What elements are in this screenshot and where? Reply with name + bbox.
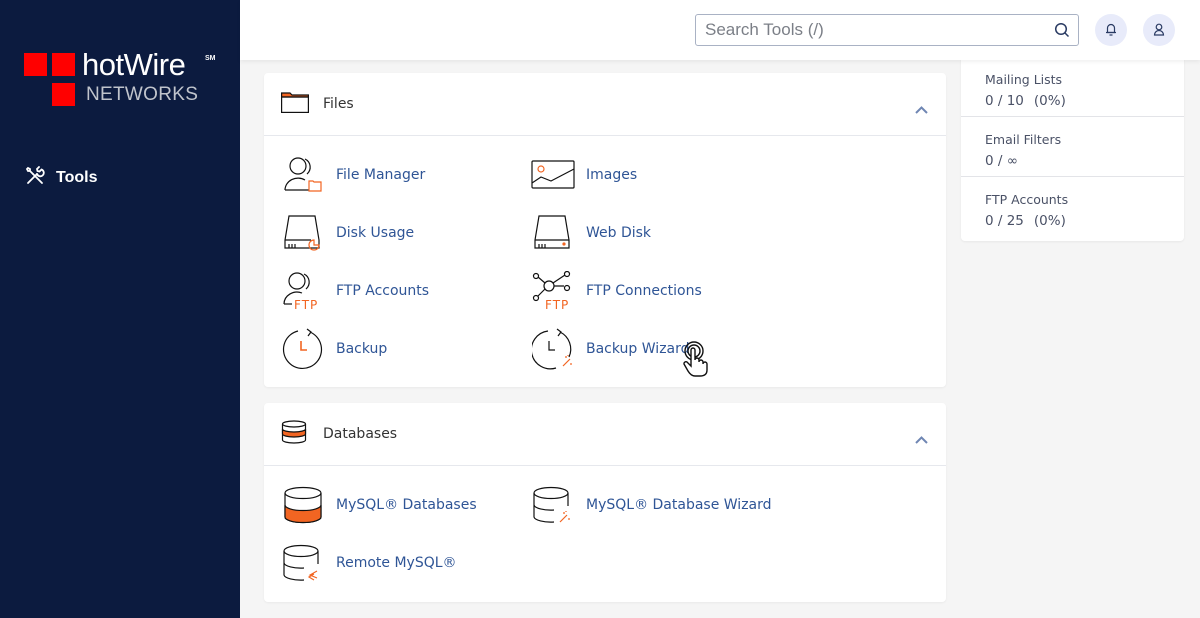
- file-manager-icon: [281, 153, 325, 197]
- databases-panel-header[interactable]: Databases: [264, 403, 946, 466]
- images-link[interactable]: Images: [531, 153, 637, 197]
- web-disk-link[interactable]: Web Disk: [531, 211, 651, 255]
- item-label: Backup: [336, 341, 388, 357]
- folder-icon: [281, 91, 309, 117]
- logo-square: [52, 53, 75, 76]
- logo-brand: hotWire: [82, 47, 186, 82]
- stats-panel: Mailing Lists 0 / 10 (0%) Email Filters 0…: [961, 56, 1184, 241]
- item-label: Backup Wizard: [586, 341, 690, 357]
- logo-square: [24, 53, 47, 76]
- item-label: FTP Accounts: [336, 283, 430, 299]
- files-panel-header[interactable]: Files: [264, 73, 946, 136]
- disk-usage-icon: [281, 211, 325, 255]
- logo-subtitle: NETWORKS: [86, 84, 199, 105]
- search-icon[interactable]: [1054, 22, 1070, 42]
- files-section-title: Files: [323, 96, 354, 112]
- stat-percent: (0%): [1033, 213, 1066, 229]
- backup-link[interactable]: Backup: [281, 327, 387, 371]
- item-label: MySQL® Database Wizard: [586, 497, 772, 513]
- stat-count: 0 / ∞: [985, 153, 1018, 169]
- stat-value: 0 / 25 (0%): [985, 213, 1184, 229]
- stat-percent: (0%): [1033, 93, 1066, 109]
- stat-label: Mailing Lists: [985, 72, 1063, 87]
- disk-usage-link[interactable]: Disk Usage: [281, 211, 414, 255]
- sidebar: hotWire SM NETWORKS Tools: [0, 0, 240, 618]
- stat-value: 0 / ∞: [985, 153, 1184, 169]
- item-label: Remote MySQL®: [336, 555, 457, 571]
- database-icon: [281, 420, 307, 448]
- user-icon: [1153, 21, 1165, 40]
- stat-value: 0 / 10 (0%): [985, 93, 1184, 109]
- notifications-button[interactable]: [1095, 14, 1127, 46]
- stat-mailing-lists: Mailing Lists 0 / 10 (0%): [961, 56, 1184, 116]
- ftp-connections-link[interactable]: FTP FTP Connections: [531, 269, 702, 313]
- search-box: [695, 14, 1079, 46]
- hotwire-logo[interactable]: hotWire SM NETWORKS: [24, 47, 224, 108]
- web-disk-icon: [531, 211, 575, 255]
- mysql-databases-link[interactable]: MySQL® Databases: [281, 483, 477, 527]
- backup-wizard-link[interactable]: Backup Wizard: [531, 327, 690, 371]
- databases-section-title: Databases: [323, 426, 398, 442]
- ftp-accounts-icon: FTP: [281, 269, 325, 313]
- tools-icon: [25, 166, 45, 190]
- stat-label: Email Filters: [985, 132, 1062, 147]
- chevron-up-icon[interactable]: [915, 429, 928, 448]
- images-icon: [531, 153, 575, 197]
- stat-ftp-accounts: FTP Accounts 0 / 25 (0%): [961, 176, 1184, 236]
- mysql-databases-icon: [281, 483, 325, 527]
- item-label: MySQL® Databases: [336, 497, 477, 513]
- mysql-database-wizard-link[interactable]: MySQL® Database Wizard: [531, 483, 772, 527]
- svg-text:FTP: FTP: [545, 298, 569, 311]
- logo-square: [52, 83, 75, 106]
- backup-wizard-icon: [531, 327, 575, 371]
- item-label: Images: [586, 167, 638, 183]
- logo-service-mark: SM: [205, 55, 216, 62]
- item-label: Web Disk: [586, 225, 652, 241]
- mysql-wizard-icon: [531, 483, 575, 527]
- stat-count: 0 / 10: [985, 93, 1024, 109]
- ftp-accounts-link[interactable]: FTP FTP Accounts: [281, 269, 429, 313]
- top-bar: [240, 0, 1200, 60]
- files-panel: Files File Manager Images Disk Usage Web…: [264, 73, 946, 387]
- item-label: File Manager: [336, 167, 426, 183]
- search-input[interactable]: [696, 15, 1036, 45]
- remote-mysql-link[interactable]: Remote MySQL®: [281, 541, 457, 585]
- stat-count: 0 / 25: [985, 213, 1024, 229]
- file-manager-link[interactable]: File Manager: [281, 153, 425, 197]
- item-label: Disk Usage: [336, 225, 415, 241]
- ftp-connections-icon: FTP: [531, 269, 575, 313]
- backup-icon: [281, 327, 325, 371]
- bell-icon: [1105, 21, 1117, 40]
- svg-text:FTP: FTP: [294, 298, 318, 311]
- stat-label: FTP Accounts: [985, 192, 1069, 207]
- hand-pointer-cursor-icon: [678, 338, 710, 382]
- sidebar-item-tools[interactable]: Tools: [25, 166, 97, 190]
- stat-email-filters: Email Filters 0 / ∞: [961, 116, 1184, 176]
- item-label: FTP Connections: [586, 283, 702, 299]
- chevron-up-icon[interactable]: [915, 99, 928, 118]
- remote-mysql-icon: [281, 541, 325, 585]
- user-menu-button[interactable]: [1143, 14, 1175, 46]
- sidebar-item-label: Tools: [56, 169, 98, 186]
- databases-panel: Databases MySQL® Databases MySQL® Databa…: [264, 403, 946, 602]
